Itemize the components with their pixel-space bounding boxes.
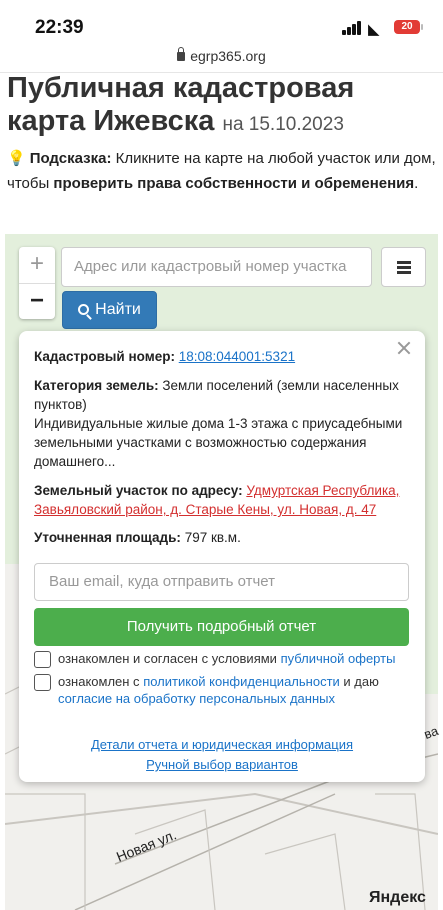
hint-end: . [414, 175, 419, 192]
get-report-button[interactable]: Получить подробный отчет [34, 608, 409, 646]
url-text: egrp365.org [190, 48, 266, 64]
battery-icon: 20 [394, 20, 420, 34]
offer-consent-text: ознакомлен и согласен с условиями публич… [58, 648, 418, 670]
manual-selection-link[interactable]: Ручной выбор вариантов [19, 757, 425, 772]
find-button-label: Найти [95, 301, 141, 318]
page-date: на 15.10.2023 [222, 114, 344, 135]
data-consent-link[interactable]: согласие на обработку персональных данны… [58, 691, 335, 706]
area-value: 797 кв.м. [184, 530, 241, 545]
email-field[interactable]: Ваш email, куда отправить отчет [34, 563, 409, 601]
data-consent-row: согласие на обработку персональных данны… [58, 688, 418, 710]
hint-label: Подсказка: [29, 150, 112, 167]
search-icon [78, 304, 90, 315]
lightbulb-icon: 💡 [7, 150, 26, 167]
cadastral-number-row: Кадастровый номер: 18:08:044001:5321 [34, 347, 414, 366]
cadastral-label: Кадастровый номер: [34, 349, 175, 364]
signal-icon [342, 21, 362, 35]
address-label: Земельный участок по адресу: [34, 483, 243, 498]
clock: 22:39 [35, 17, 84, 38]
wifi-icon: ◣ [368, 21, 380, 38]
parcel-popup: Кадастровый номер: 18:08:044001:5321 Кат… [19, 331, 425, 782]
battery-cap [421, 24, 423, 30]
report-details-link[interactable]: Детали отчета и юридическая информация [19, 737, 425, 752]
zoom-control: + − [19, 247, 55, 319]
area-row: Уточненная площадь: 797 кв.м. [34, 528, 414, 547]
privacy-policy-link[interactable]: политикой конфиденциальности [143, 674, 340, 689]
address-row: Земельный участок по адресу: Удмуртская … [34, 481, 414, 519]
zoom-in-button[interactable]: + [19, 247, 55, 283]
hint-paragraph: 💡 Подсказка: Кликните на карте на любой у… [7, 146, 439, 196]
offer-checkbox[interactable] [34, 651, 51, 668]
yandex-logo[interactable]: Яндекс [369, 889, 426, 907]
search-input[interactable]: Адрес или кадастровый номер участка [61, 247, 372, 287]
land-category-row: Категория земель: Земли поселений (земли… [34, 376, 414, 414]
privacy-checkbox[interactable] [34, 674, 51, 691]
usage-text: Индивидуальные жилые дома 1-3 этажа с пр… [34, 416, 403, 469]
hint-bold-text: проверить права собственности и обремене… [53, 175, 415, 192]
address-bar[interactable]: egrp365.org [0, 47, 443, 64]
cadastral-number-link[interactable]: 18:08:044001:5321 [179, 349, 295, 364]
offer-link[interactable]: публичной оферты [281, 651, 396, 666]
status-bar: 22:39 ◣ 20 [0, 0, 443, 46]
zoom-out-button[interactable]: − [19, 283, 55, 319]
hamburger-line [397, 271, 411, 274]
hamburger-icon [397, 261, 411, 264]
menu-button[interactable] [381, 247, 426, 287]
privacy-text-a: ознакомлен с [58, 674, 140, 689]
yandex-logo-text: Яндекс [369, 889, 426, 906]
category-label: Категория земель: [34, 378, 159, 393]
page-title: Публичная кадастровая карта Ижевска на 1… [7, 72, 437, 141]
area-label: Уточненная площадь: [34, 530, 181, 545]
lock-icon [177, 47, 186, 61]
privacy-text-b: и даю [343, 674, 379, 689]
offer-text: ознакомлен и согласен с условиями [58, 651, 277, 666]
find-button[interactable]: Найти [62, 291, 157, 329]
hamburger-line [397, 266, 411, 269]
